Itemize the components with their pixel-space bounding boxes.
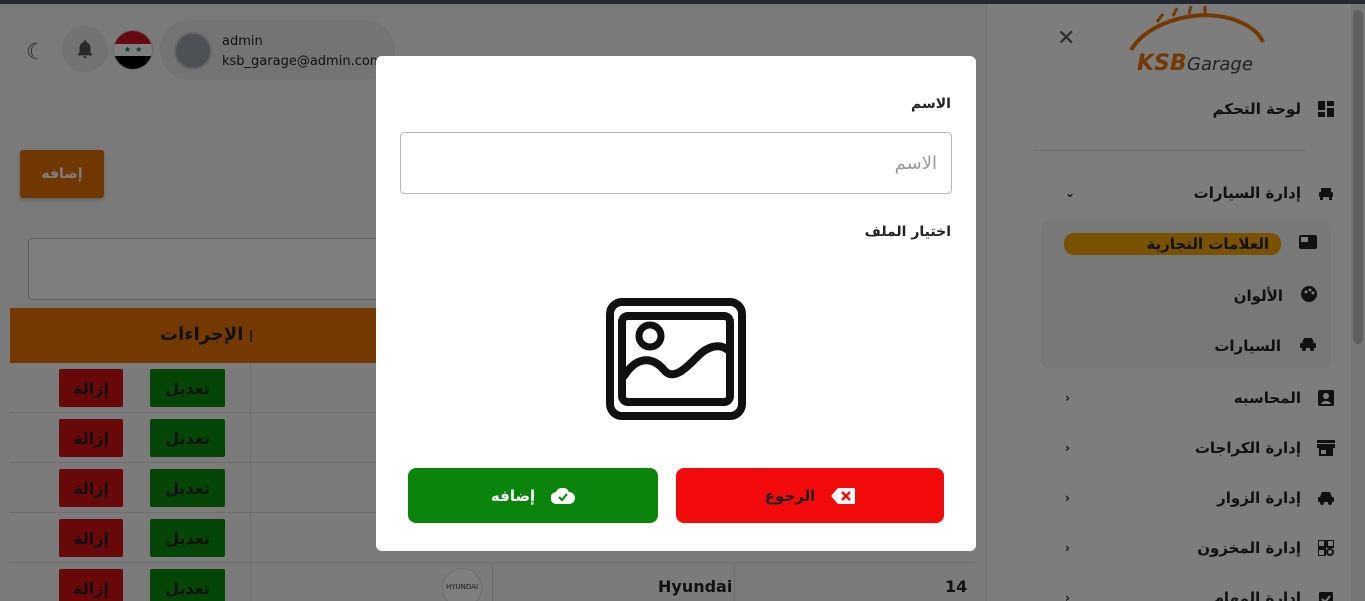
cloud-upload-icon [551, 487, 576, 504]
file-field-label: اختيار الملف [864, 224, 951, 240]
add-brand-dialog: الاسم اختيار الملف الرجوع إضافه [376, 56, 976, 551]
back-button[interactable]: الرجوع [676, 468, 944, 523]
submit-button-label: إضافه [490, 486, 536, 505]
submit-button[interactable]: إضافه [408, 468, 658, 523]
backspace-icon [831, 487, 856, 504]
back-button-label: الرجوع [764, 486, 816, 505]
name-input[interactable] [400, 132, 952, 194]
image-placeholder-icon[interactable] [602, 294, 750, 424]
name-field-label: الاسم [911, 96, 951, 112]
